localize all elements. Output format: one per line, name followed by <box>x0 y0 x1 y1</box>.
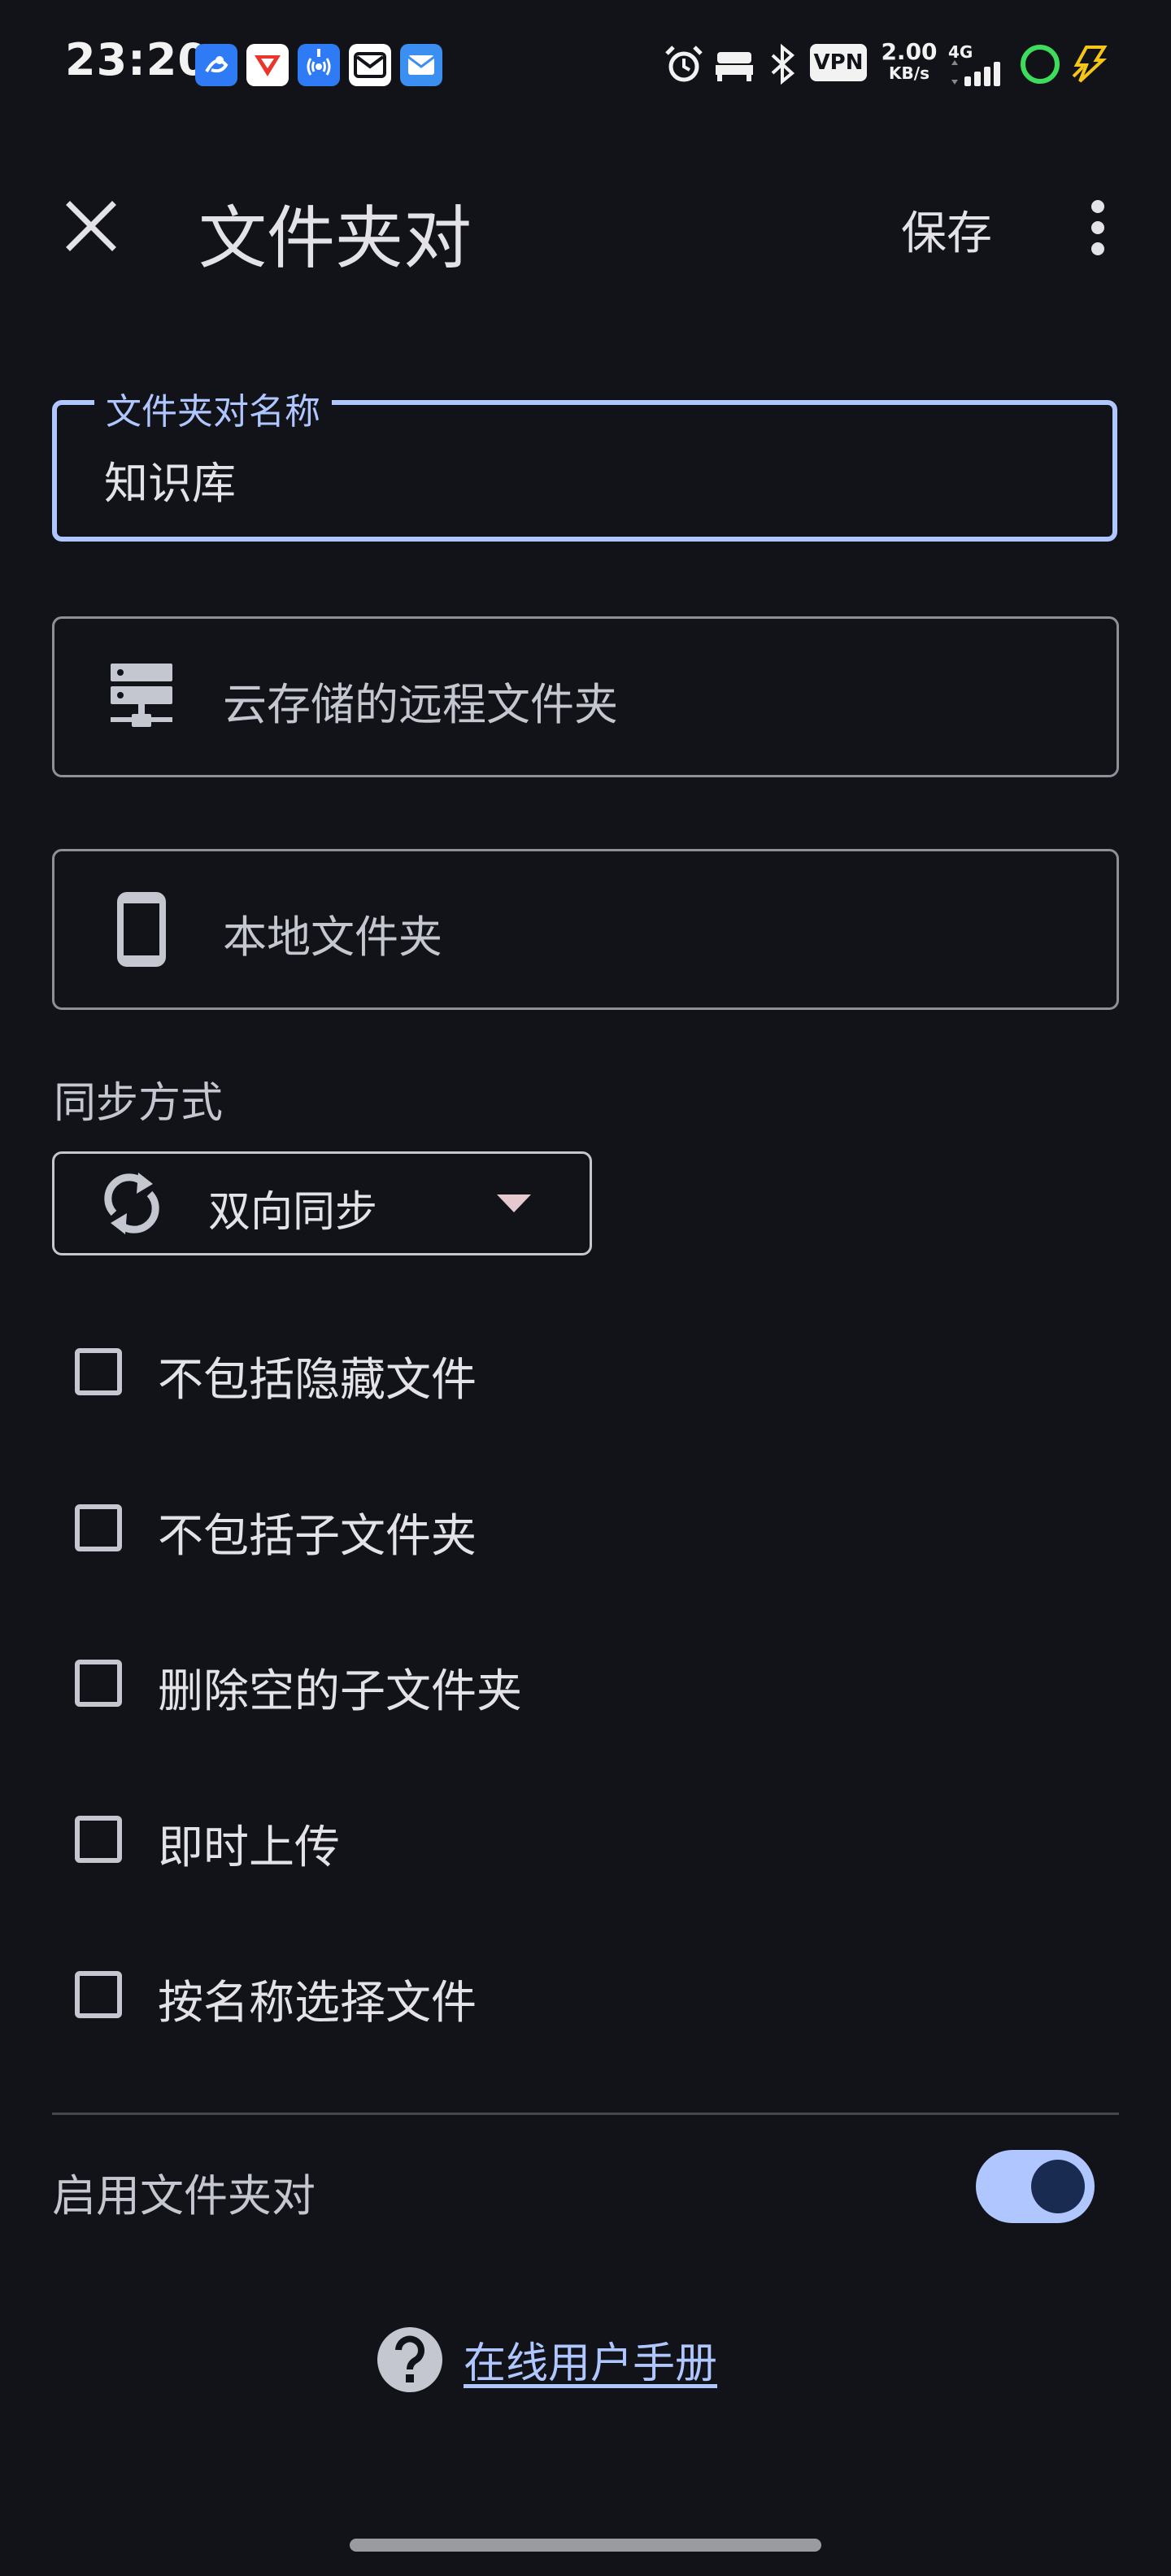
alarm-icon <box>665 46 703 82</box>
sync-method-value: 双向同步 <box>208 1188 378 1237</box>
status-time: 23:20 <box>65 34 209 85</box>
phone-icon <box>107 892 176 967</box>
home-indicator[interactable] <box>350 2539 821 2552</box>
save-button[interactable]: 保存 <box>901 197 992 263</box>
remote-folder-label: 云存储的远程文件夹 <box>223 679 618 730</box>
folder-pair-name-input[interactable]: 知识库 <box>104 447 236 511</box>
option-label: 删除空的子文件夹 <box>158 1665 522 1718</box>
checkbox[interactable] <box>75 1971 122 2018</box>
close-icon <box>66 201 116 251</box>
online-manual-link[interactable]: 在线用户手册 <box>464 2329 717 2390</box>
battery-ring-icon <box>1021 45 1060 84</box>
status-bar: 23:20 VPN 2.00 KB/s 4G <box>0 0 1171 130</box>
dropdown-arrow-icon <box>491 1187 537 1220</box>
checkbox[interactable] <box>75 1816 122 1863</box>
option-exclude-subfolders[interactable]: 不包括子文件夹 <box>72 1491 885 1569</box>
switch-knob <box>1031 2160 1085 2213</box>
close-button[interactable] <box>57 192 125 260</box>
page-title: 文件夹对 <box>198 198 472 278</box>
notification-email-icon <box>400 44 442 86</box>
checkbox[interactable] <box>75 1348 122 1395</box>
option-instant-upload[interactable]: 即时上传 <box>72 1803 885 1881</box>
enable-folder-pair-label: 启用文件夹对 <box>52 2170 316 2221</box>
option-label: 不包括子文件夹 <box>158 1510 477 1563</box>
signal-icon <box>951 60 1000 86</box>
sync-icon <box>96 1168 168 1239</box>
more-options-button[interactable] <box>1073 195 1122 260</box>
charging-icon <box>1072 46 1108 83</box>
sync-method-title: 同步方式 <box>54 1079 224 1128</box>
network-speed: 2.00 KB/s <box>880 38 938 83</box>
option-label: 即时上传 <box>158 1821 340 1874</box>
option-label: 不包括隐藏文件 <box>158 1354 477 1407</box>
server-icon <box>107 660 176 733</box>
notification-app-icon <box>195 44 237 86</box>
notification-mail-icon <box>349 44 391 86</box>
notification-broadcast-icon <box>298 44 340 86</box>
checkbox[interactable] <box>75 1660 122 1707</box>
option-select-files-by-name[interactable]: 按名称选择文件 <box>72 1958 885 2036</box>
network-speed-value: 2.00 <box>881 38 938 65</box>
local-folder-label: 本地文件夹 <box>223 912 442 963</box>
network-type: 4G <box>948 42 973 62</box>
bed-icon <box>716 52 753 81</box>
option-exclude-hidden-files[interactable]: 不包括隐藏文件 <box>72 1335 885 1413</box>
divider <box>52 2113 1119 2115</box>
help-icon[interactable] <box>377 2327 442 2392</box>
more-vert-icon <box>1091 200 1104 255</box>
vpn-badge: VPN <box>810 44 867 81</box>
option-label: 按名称选择文件 <box>158 1977 477 2030</box>
local-folder-button[interactable] <box>52 849 1119 1010</box>
option-delete-empty-subfolders[interactable]: 删除空的子文件夹 <box>72 1647 885 1725</box>
folder-pair-name-label: 文件夹对名称 <box>94 382 332 434</box>
notification-send-icon <box>246 44 289 86</box>
enable-folder-pair-switch[interactable] <box>976 2150 1095 2223</box>
network-speed-unit: KB/s <box>889 63 929 83</box>
checkbox[interactable] <box>75 1504 122 1551</box>
bluetooth-icon <box>771 43 795 85</box>
